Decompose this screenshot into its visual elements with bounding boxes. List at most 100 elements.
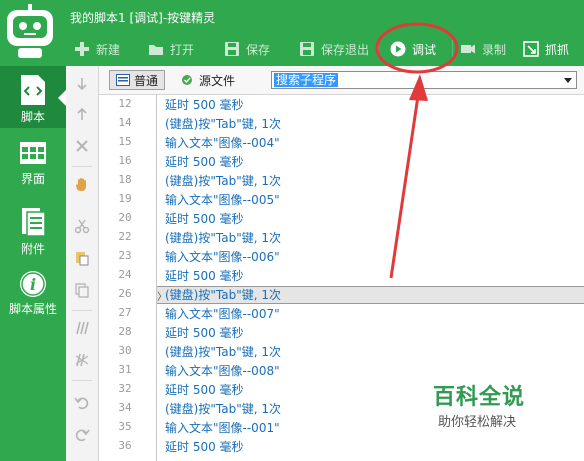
open-button[interactable]: 打开 — [148, 36, 194, 62]
line-number: 18 — [118, 173, 132, 186]
nav-label-script-properties: 脚本属性 — [8, 302, 57, 316]
play-icon — [390, 41, 406, 57]
code-line[interactable]: 延时 500 毫秒 — [165, 267, 244, 284]
cut-icon[interactable] — [74, 218, 90, 234]
comment-icon[interactable] — [74, 320, 90, 336]
line-number: 36 — [118, 439, 132, 452]
line-number: 15 — [118, 135, 132, 148]
toolbar: 新建 打开 保存 保存退出 调试 录制 抓抓 — [66, 36, 584, 64]
code-line[interactable]: 延时 500 毫秒 — [165, 153, 244, 170]
line-number-gutter: 12 14 15 16 18 19 20 22 23 24 26 27 28 3… — [99, 95, 151, 461]
line-number: 22 — [118, 230, 132, 243]
save-button[interactable]: 保存 — [224, 36, 270, 62]
save-exit-button[interactable]: 保存退出 — [299, 36, 369, 62]
undo-icon[interactable] — [74, 394, 90, 410]
code-line[interactable]: 延时 500 毫秒 — [165, 210, 244, 227]
subroutine-search-select[interactable]: 搜索子程序 — [271, 71, 577, 89]
tab-source[interactable]: 源文件 — [175, 70, 241, 90]
line-number: 24 — [118, 268, 132, 281]
plus-icon — [75, 42, 89, 56]
code-line[interactable]: 输入文本"图像--005" — [165, 191, 280, 208]
nav-item-script[interactable]: 脚本 — [0, 66, 66, 128]
open-label: 打开 — [170, 42, 195, 57]
hand-icon[interactable] — [74, 176, 90, 192]
toolbar-separator — [378, 40, 379, 58]
copy-icon[interactable] — [74, 282, 90, 298]
svg-text:i: i — [30, 275, 36, 294]
save-exit-label: 保存退出 — [321, 42, 370, 57]
tool-separator — [72, 310, 92, 311]
line-number: 14 — [118, 116, 132, 129]
code-line[interactable]: 延时 500 毫秒 — [165, 381, 244, 398]
script-icon — [21, 75, 45, 105]
line-number: 34 — [118, 401, 132, 414]
line-number: 27 — [118, 306, 132, 319]
arrow-down-icon[interactable] — [74, 76, 90, 92]
tab-normal[interactable]: 普通 — [109, 70, 166, 90]
nav-label-script: 脚本 — [20, 110, 45, 124]
new-label: 新建 — [96, 42, 121, 57]
code-line[interactable]: 延时 500 毫秒 — [165, 438, 244, 455]
robot-logo-icon — [7, 4, 53, 58]
title-bar: 我的脚本1 [调试]-按键精灵 新建 打开 保存 保存退出 调试 录制 抓抓 — [0, 0, 584, 66]
nav-label-interface: 界面 — [20, 172, 45, 186]
code-line[interactable]: 输入文本"图像--006" — [165, 248, 280, 265]
save-label: 保存 — [246, 42, 271, 57]
code-line[interactable]: (键盘)按"Tab"键, 1次 — [165, 286, 281, 303]
line-number: 32 — [118, 382, 132, 395]
source-file-icon — [182, 75, 192, 85]
watermark-subtitle: 助你轻松解决 — [438, 415, 517, 430]
tool-separator — [72, 166, 92, 167]
editor-tool-column — [66, 66, 99, 461]
chevron-down-icon — [564, 78, 572, 83]
line-number: 12 — [118, 97, 132, 110]
nav-item-script-properties[interactable]: i 脚本属性 — [0, 262, 66, 324]
uncomment-icon[interactable] — [74, 352, 90, 368]
grab-button[interactable]: 抓抓 — [523, 36, 569, 62]
tool-separator — [72, 380, 92, 381]
new-button[interactable]: 新建 — [74, 36, 120, 62]
subroutine-search-value: 搜索子程序 — [274, 73, 339, 87]
grab-icon — [523, 41, 539, 57]
folder-icon — [149, 45, 163, 55]
code-line[interactable]: 输入文本"图像--004" — [165, 134, 280, 151]
grab-label: 抓抓 — [545, 42, 570, 57]
delete-icon[interactable] — [74, 138, 90, 154]
tab-normal-label: 普通 — [134, 73, 159, 88]
code-line[interactable]: 延时 500 毫秒 — [165, 324, 244, 341]
nav-item-attachment[interactable]: 附件 — [0, 198, 66, 260]
line-number: 16 — [118, 154, 132, 167]
redo-icon[interactable] — [74, 426, 90, 442]
code-line[interactable]: 输入文本"图像--008" — [165, 362, 280, 379]
record-label: 录制 — [482, 42, 507, 57]
arrow-up-icon[interactable] — [74, 106, 90, 122]
attachment-icon — [22, 208, 46, 237]
nav-label-attachment: 附件 — [20, 242, 45, 256]
line-number: 30 — [118, 344, 132, 357]
record-button[interactable]: 录制 — [460, 36, 506, 62]
nav-item-interface[interactable]: 界面 — [0, 132, 66, 194]
code-line[interactable]: 延时 500 毫秒 — [165, 96, 244, 113]
code-line[interactable]: (键盘)按"Tab"键, 1次 — [165, 400, 281, 417]
interface-icon — [20, 142, 46, 164]
window-title: 我的脚本1 [调试]-按键精灵 — [70, 11, 216, 25]
info-icon: i — [20, 271, 46, 297]
line-number: 23 — [118, 249, 132, 262]
code-line[interactable]: 输入文本"图像--007" — [165, 305, 280, 322]
line-number: 19 — [118, 192, 132, 205]
code-line[interactable]: (键盘)按"Tab"键, 1次 — [165, 115, 281, 132]
left-nav: 脚本 界面 附件 i 脚本属性 — [0, 66, 66, 461]
save-exit-icon — [300, 42, 314, 56]
tab-source-label: 源文件 — [199, 73, 236, 88]
toolbar-separator — [452, 40, 453, 58]
normal-view-icon — [116, 74, 130, 86]
paste-icon[interactable] — [74, 250, 90, 266]
code-line[interactable]: (键盘)按"Tab"键, 1次 — [165, 343, 281, 360]
code-line[interactable]: (键盘)按"Tab"键, 1次 — [165, 229, 281, 246]
line-number: 20 — [118, 211, 132, 224]
code-line[interactable]: 输入文本"图像--001" — [165, 419, 280, 436]
code-line[interactable]: (键盘)按"Tab"键, 1次 — [165, 172, 281, 189]
debug-button[interactable]: 调试 — [390, 36, 436, 62]
selected-indicator — [58, 90, 66, 106]
line-number: 31 — [118, 363, 132, 376]
